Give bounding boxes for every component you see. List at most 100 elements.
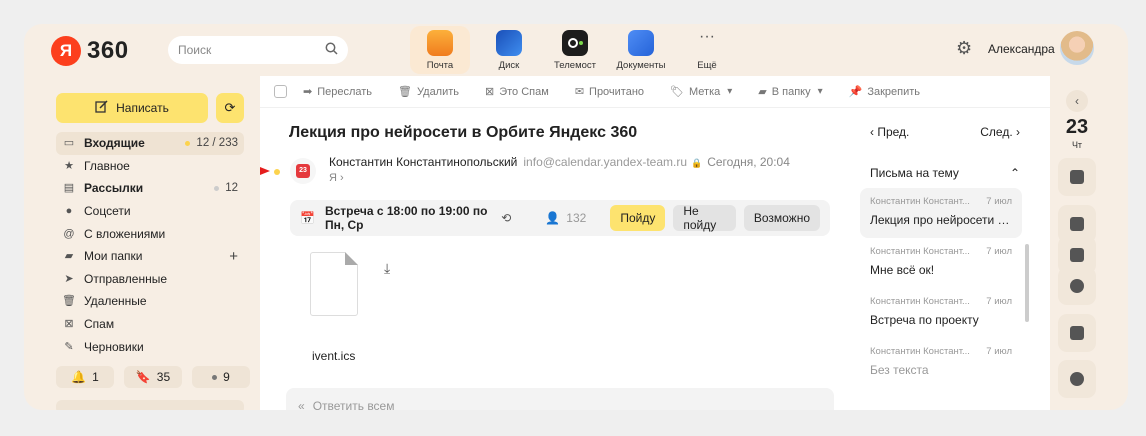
chat-icon: ● [65, 205, 73, 218]
prev-button[interactable]: ‹ Пред. [870, 125, 909, 139]
next-button[interactable]: След. › [980, 125, 1020, 139]
app-more[interactable]: ··· Ещё [674, 26, 740, 74]
sender-info: Константин Константинопольский info@calen… [329, 155, 790, 169]
pie-chart-icon [1070, 279, 1084, 293]
chevron-up-icon: ⌃ [1009, 166, 1020, 180]
calendar-day[interactable]: 23 [1055, 116, 1099, 139]
delete-button[interactable]: 🗑 Удалить [398, 85, 459, 99]
maybe-button[interactable]: Возможно [743, 205, 820, 231]
folder-inbox[interactable]: ▭ Входящие 12 / 233 [56, 132, 244, 155]
app-label: Документы [616, 59, 666, 71]
gear-icon[interactable]: ⚙ [956, 38, 972, 59]
spam-button[interactable]: ⊠ Это Спам [485, 85, 549, 99]
calendar-day: 23 [296, 164, 310, 178]
recipient[interactable]: Я › [329, 172, 344, 184]
more-icon: ··· [699, 27, 715, 45]
collapse-button[interactable]: ‹ [1066, 90, 1088, 112]
folder-count: 12 [214, 182, 238, 194]
decline-button[interactable]: Не пойду [673, 204, 736, 232]
mark-read-button[interactable]: ✉ Прочитано [574, 85, 645, 99]
search-icon[interactable] [325, 42, 338, 58]
reply-all-input[interactable]: « Ответить всем [286, 388, 834, 410]
pin-icon: 📌 [848, 86, 863, 98]
sender-name[interactable]: Константин Константинопольский [329, 155, 517, 169]
thread-scrollbar[interactable] [1025, 244, 1029, 322]
app-documents[interactable]: Документы [608, 26, 674, 74]
unread-dot [185, 140, 191, 146]
bookmarks-counter[interactable]: 🔖 35 [124, 366, 182, 388]
sender-email[interactable]: info@calendar.yandex-team.ru [523, 155, 687, 169]
yandex-360-logo[interactable]: Я 360 [51, 36, 129, 66]
thread-item[interactable]: Константин Констант... 7 июл Встреча по п… [860, 288, 1022, 338]
disk-icon [496, 29, 522, 56]
repeat-icon: ⟲ [501, 211, 512, 225]
sender-row: 23 Константин Константинопольский info@ca… [260, 152, 840, 192]
app-mail[interactable]: Почта [410, 26, 470, 74]
counter-value: 35 [156, 370, 171, 384]
add-folder-icon[interactable]: + [229, 248, 238, 265]
refresh-button[interactable]: ⟳ [216, 93, 244, 123]
next-label: След. [980, 125, 1013, 139]
thread-item[interactable]: Константин Констант... 7 июл Без текста [860, 338, 1022, 388]
tasks-widget-button[interactable] [1058, 360, 1096, 398]
folder-label: Спам [84, 317, 115, 332]
envelope-open-icon: ✉ [574, 86, 585, 98]
folder-social[interactable]: ● Соцсети [56, 200, 244, 223]
reply-placeholder: Ответить всем [312, 399, 395, 410]
quick-counters: 🔔 1 🔖 35 9 [56, 366, 250, 388]
thread-item-from: Константин Констант... [870, 296, 970, 307]
attendees-count: 132 [566, 211, 587, 225]
move-to-folder-button[interactable]: ▰ В папку ▾ [758, 85, 822, 99]
message-date: Сегодня, 20:04 [707, 155, 790, 169]
cup-widget-button[interactable] [1058, 314, 1096, 352]
message-navigation: ‹ Пред. След. › [870, 125, 1020, 139]
app-label: Диск [498, 59, 520, 71]
folder-label: Рассылки [84, 181, 144, 196]
folder-deleted[interactable]: 🗑 Удаленные [56, 290, 244, 313]
folder-attachments[interactable]: @ С вложениями [56, 222, 244, 245]
user-name[interactable]: Александра [988, 42, 1055, 56]
app-telemost[interactable]: Телемост [542, 26, 608, 74]
telemost-widget-button[interactable] [1058, 158, 1096, 196]
unread-counter[interactable]: 9 [192, 366, 250, 388]
folder-newsletters[interactable]: ▤ Рассылки 12 [56, 177, 244, 200]
message-subject: Лекция про нейросети в Орбите Яндекс 360 [289, 124, 638, 141]
pin-button[interactable]: 📌 Закрепить [848, 85, 920, 99]
reminders-counter[interactable]: 🔔 1 [56, 366, 114, 388]
folder-sent[interactable]: ➤ Отправленные [56, 268, 244, 291]
folder-drafts[interactable]: ✎ Черновики [56, 335, 244, 358]
folder-main[interactable]: ★ Главное [56, 155, 244, 178]
trash-icon: 🗑 [62, 295, 76, 308]
search-input[interactable]: Поиск [168, 36, 348, 64]
thread-header[interactable]: Письма на тему ⌃ [870, 166, 1020, 180]
accept-button[interactable]: Пойду [610, 205, 666, 231]
compose-button[interactable]: Написать [56, 93, 208, 123]
star-icon: ★ [64, 159, 74, 172]
attachment-name[interactable]: ivent.ics [312, 349, 355, 363]
thread-item[interactable]: Константин Констант... 7 июл Лекция про н… [860, 188, 1022, 238]
avatar[interactable] [1060, 31, 1094, 65]
lock-icon: 🔒 [691, 158, 703, 168]
file-icon[interactable] [310, 252, 358, 316]
attendees[interactable]: 👤 132 [545, 211, 586, 225]
chart-widget-button[interactable] [1058, 267, 1096, 305]
folder-my-folders[interactable]: ▰ Мои папки + [56, 245, 244, 268]
read-label: Прочитано [589, 85, 645, 98]
download-icon[interactable]: ⤓ [384, 260, 390, 277]
app-disk[interactable]: Диск [476, 26, 542, 74]
move-label: В папку [771, 85, 811, 98]
forward-button[interactable]: ➡ Переслать [303, 85, 372, 99]
label-button[interactable]: 🏷 Метка ▾ [670, 85, 732, 99]
folder-spam[interactable]: ⊠ Спам [56, 313, 244, 336]
thread-title: Письма на тему [870, 166, 959, 180]
thread-item-date: 7 июл [986, 296, 1012, 307]
thread-item[interactable]: Константин Констант... 7 июл Мне всё ок! [860, 238, 1022, 288]
important-flag-icon[interactable] [260, 167, 270, 175]
unread-dot[interactable] [274, 169, 280, 175]
inbox-icon: ▭ [63, 137, 75, 150]
documents-icon [628, 29, 654, 56]
forward-icon: ➡ [303, 86, 313, 98]
yandex-logo-icon: Я [51, 36, 81, 66]
select-checkbox[interactable] [274, 85, 287, 98]
folder-icon: ▰ [64, 250, 74, 263]
